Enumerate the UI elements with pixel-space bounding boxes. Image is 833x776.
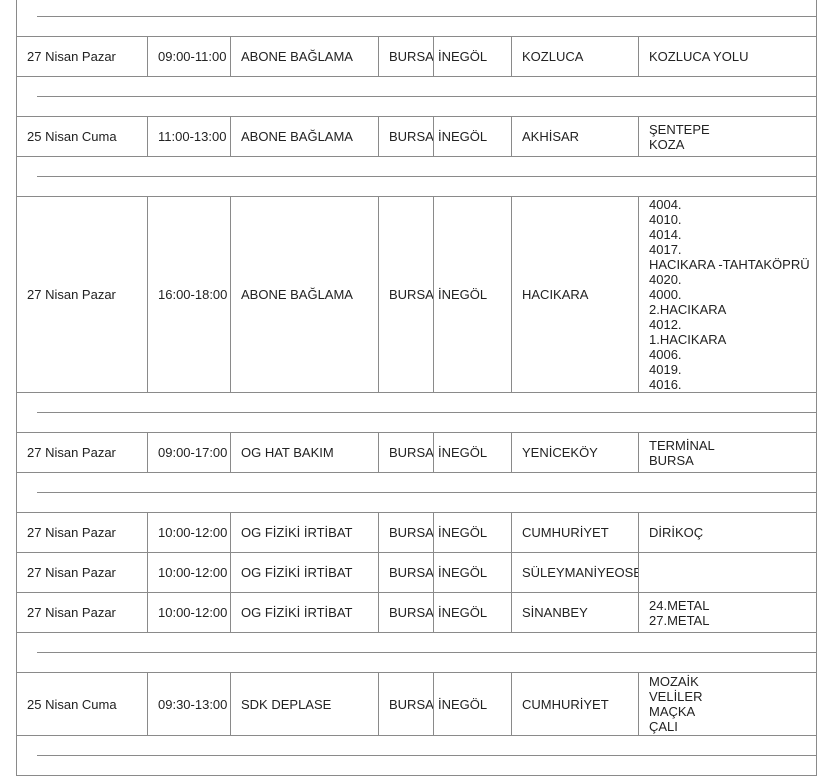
street-name: 27.METAL bbox=[649, 612, 710, 628]
time-cell: 16:00-18:00 bbox=[147, 196, 231, 393]
table-row: 27 Nisan Pazar 09:00-17:00 OG HAT BAKIM … bbox=[16, 432, 817, 473]
table-row: 27 Nisan Pazar 09:00-11:00 ABONE BAĞLAMA… bbox=[16, 36, 817, 77]
street-name: 4000. bbox=[649, 287, 682, 302]
time-cell: 09:00-17:00 bbox=[147, 432, 231, 473]
streets-cell: 24.METAL 27.METAL bbox=[638, 592, 817, 633]
work-type-cell: OG FİZİKİ İRTİBAT bbox=[230, 552, 379, 593]
province-cell: BURSA bbox=[378, 116, 434, 157]
street-name: DİRİKOÇ bbox=[649, 525, 704, 540]
neighborhood-cell: CUMHURİYET bbox=[511, 512, 639, 553]
street-name: BURSA bbox=[649, 452, 694, 468]
time-cell: 10:00-12:00 bbox=[147, 512, 231, 553]
district-cell: İNEGÖL bbox=[433, 116, 512, 157]
work-type-cell: SDK DEPLASE bbox=[230, 672, 379, 736]
street-name: 4014. bbox=[649, 227, 682, 242]
street-name: 4017. bbox=[649, 242, 682, 257]
street-name: TERMİNAL bbox=[649, 437, 715, 453]
street-name: VELİLER bbox=[649, 689, 703, 704]
table-spacer-row bbox=[16, 0, 817, 37]
district-cell: İNEGÖL bbox=[433, 672, 512, 736]
date-cell: 27 Nisan Pazar bbox=[16, 432, 148, 473]
street-name: 4010. bbox=[649, 212, 682, 227]
work-type-cell: ABONE BAĞLAMA bbox=[230, 36, 379, 77]
neighborhood-cell: HACIKARA bbox=[511, 196, 639, 393]
street-name: 4006. bbox=[649, 347, 682, 362]
date-cell: 27 Nisan Pazar bbox=[16, 196, 148, 393]
table-row: 27 Nisan Pazar 10:00-12:00 OG FİZİKİ İRT… bbox=[16, 512, 817, 553]
streets-cell bbox=[638, 552, 817, 593]
work-type-cell: OG FİZİKİ İRTİBAT bbox=[230, 592, 379, 633]
province-cell: BURSA bbox=[378, 36, 434, 77]
street-name: ÇALI bbox=[649, 719, 678, 734]
district-cell: İNEGÖL bbox=[433, 552, 512, 593]
province-cell: BURSA bbox=[378, 552, 434, 593]
table-row: 27 Nisan Pazar 16:00-18:00 ABONE BAĞLAMA… bbox=[16, 196, 817, 393]
streets-cell: MOZAİK VELİLER MAÇKA ÇALI bbox=[638, 672, 817, 736]
streets-cell: DİRİKOÇ bbox=[638, 512, 817, 553]
street-name: KOZLUCA YOLU bbox=[649, 49, 749, 64]
time-cell: 10:00-12:00 bbox=[147, 552, 231, 593]
street-name: 1.HACIKARA bbox=[649, 332, 727, 347]
street-name: 4004. bbox=[649, 197, 682, 213]
street-name: 4020. bbox=[649, 272, 682, 287]
neighborhood-cell: SİNANBEY bbox=[511, 592, 639, 633]
province-cell: BURSA bbox=[378, 196, 434, 393]
date-cell: 27 Nisan Pazar bbox=[16, 552, 148, 593]
district-cell: İNEGÖL bbox=[433, 592, 512, 633]
table-row: 27 Nisan Pazar 10:00-12:00 OG FİZİKİ İRT… bbox=[16, 552, 817, 593]
street-name: HACIKARA -TAHTAKÖPRÜ bbox=[649, 257, 810, 272]
work-type-cell: OG HAT BAKIM bbox=[230, 432, 379, 473]
neighborhood-cell: YENİCEKÖY bbox=[511, 432, 639, 473]
province-cell: BURSA bbox=[378, 672, 434, 736]
table-spacer-row bbox=[16, 472, 817, 513]
district-cell: İNEGÖL bbox=[433, 36, 512, 77]
time-cell: 09:30-13:00 bbox=[147, 672, 231, 736]
table-spacer-row bbox=[16, 632, 817, 673]
neighborhood-cell: AKHİSAR bbox=[511, 116, 639, 157]
streets-cell: 4004. 4010. 4014. 4017. HACIKARA -TAHTAKÖPRÜ… bbox=[638, 196, 817, 393]
date-cell: 27 Nisan Pazar bbox=[16, 512, 148, 553]
district-cell: İNEGÖL bbox=[433, 432, 512, 473]
outage-schedule-table: 27 Nisan Pazar 09:00-11:00 ABONE BAĞLAMA… bbox=[16, 0, 817, 776]
work-type-cell: ABONE BAĞLAMA bbox=[230, 196, 379, 393]
table-spacer-row bbox=[16, 156, 817, 197]
table-spacer-row bbox=[16, 76, 817, 117]
time-cell: 11:00-13:00 bbox=[147, 116, 231, 157]
table-spacer-row bbox=[16, 392, 817, 433]
province-cell: BURSA bbox=[378, 432, 434, 473]
date-cell: 27 Nisan Pazar bbox=[16, 36, 148, 77]
neighborhood-cell: CUMHURİYET bbox=[511, 672, 639, 736]
street-name: 4016. bbox=[649, 377, 682, 392]
district-cell: İNEGÖL bbox=[433, 512, 512, 553]
work-type-cell: ABONE BAĞLAMA bbox=[230, 116, 379, 157]
table-row: 25 Nisan Cuma 11:00-13:00 ABONE BAĞLAMA … bbox=[16, 116, 817, 157]
street-name: 24.METAL bbox=[649, 597, 710, 613]
streets-cell: KOZLUCA YOLU bbox=[638, 36, 817, 77]
date-cell: 27 Nisan Pazar bbox=[16, 592, 148, 633]
table-row: 25 Nisan Cuma 09:30-13:00 SDK DEPLASE BU… bbox=[16, 672, 817, 736]
street-name: ŞENTEPE bbox=[649, 121, 710, 137]
streets-cell: ŞENTEPE KOZA bbox=[638, 116, 817, 157]
neighborhood-cell: SÜLEYMANİYEOSB bbox=[511, 552, 639, 593]
street-name: MAÇKA bbox=[649, 704, 696, 719]
street-name: 4012. bbox=[649, 317, 682, 332]
time-cell: 10:00-12:00 bbox=[147, 592, 231, 633]
work-type-cell: OG FİZİKİ İRTİBAT bbox=[230, 512, 379, 553]
street-name: KOZA bbox=[649, 136, 685, 152]
street-name: 4019. bbox=[649, 362, 682, 377]
street-name: MOZAİK bbox=[649, 674, 699, 689]
neighborhood-cell: KOZLUCA bbox=[511, 36, 639, 77]
district-cell: İNEGÖL bbox=[433, 196, 512, 393]
date-cell: 25 Nisan Cuma bbox=[16, 116, 148, 157]
province-cell: BURSA bbox=[378, 592, 434, 633]
province-cell: BURSA bbox=[378, 512, 434, 553]
time-cell: 09:00-11:00 bbox=[147, 36, 231, 77]
streets-cell: TERMİNAL BURSA bbox=[638, 432, 817, 473]
table-spacer-row bbox=[16, 735, 817, 776]
date-cell: 25 Nisan Cuma bbox=[16, 672, 148, 736]
street-name: 2.HACIKARA bbox=[649, 302, 727, 317]
table-row: 27 Nisan Pazar 10:00-12:00 OG FİZİKİ İRT… bbox=[16, 592, 817, 633]
